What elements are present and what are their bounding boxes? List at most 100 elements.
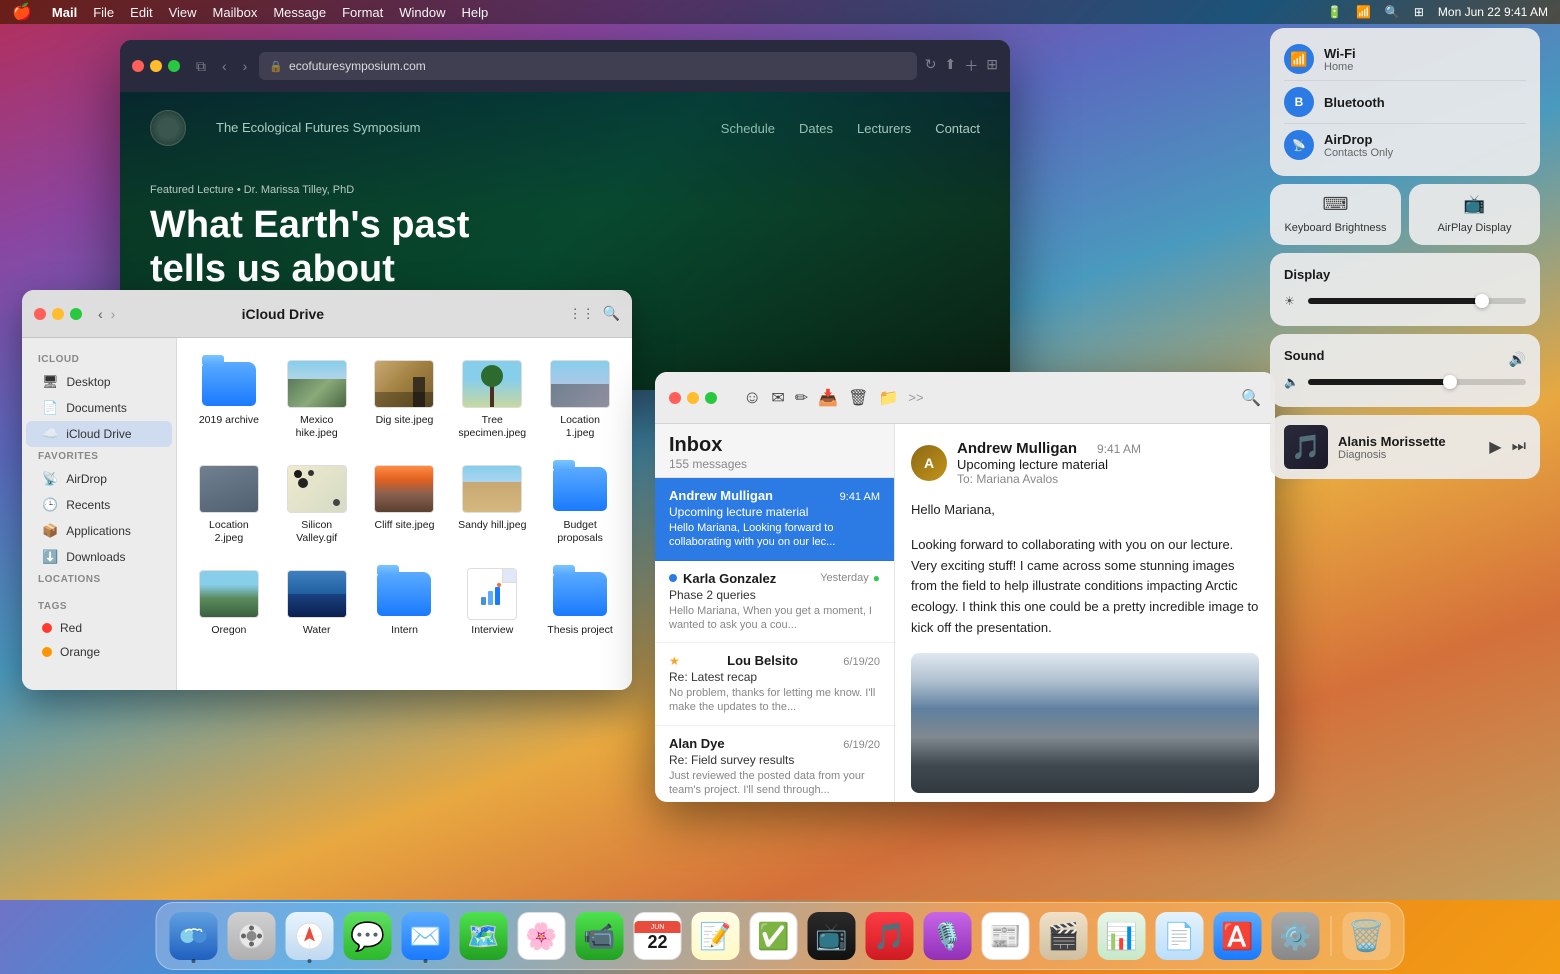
list-item[interactable]: Water (277, 560, 357, 645)
sidebar-item-airdrop[interactable]: 📡 AirDrop (26, 466, 172, 492)
dock-item-keynote[interactable]: 🎬 (1037, 909, 1091, 963)
site-nav-schedule[interactable]: Schedule (721, 121, 775, 136)
list-item[interactable]: Intern (365, 560, 445, 645)
dock-item-safari[interactable] (283, 909, 337, 963)
list-item[interactable]: Location 1.jpeg (540, 350, 620, 447)
cc-wifi-row[interactable]: 📶 Wi-Fi Home (1284, 38, 1526, 81)
sidebar-item-recents[interactable]: 🕒 Recents (26, 492, 172, 518)
list-item[interactable]: Silicon Valley.gif (277, 455, 357, 552)
share-button[interactable]: ⬆ (945, 56, 957, 76)
volume-knob[interactable] (1443, 375, 1457, 389)
mail-message-item[interactable]: Alan Dye 6/19/20 Re: Field survey result… (655, 726, 894, 802)
dock-item-calendar[interactable]: JUN 22 (631, 909, 685, 963)
list-item[interactable]: Thesis project (540, 560, 620, 645)
list-item[interactable]: Dig site.jpeg (365, 350, 445, 447)
nav-forward[interactable]: › (111, 306, 116, 322)
dock-item-system-preferences[interactable]: ⚙️ (1269, 909, 1323, 963)
dock-item-photos[interactable]: 🌸 (515, 909, 569, 963)
skip-button[interactable]: ⏭ (1512, 438, 1526, 456)
dock-item-numbers[interactable]: 📊 (1095, 909, 1149, 963)
cc-airdrop-row[interactable]: 📡 AirDrop Contacts Only (1284, 124, 1526, 166)
finder-search-btn[interactable]: 🔍 (603, 305, 620, 322)
list-item[interactable]: Budget proposals (540, 455, 620, 552)
forward-button[interactable]: › (239, 58, 252, 74)
list-item[interactable]: Location 2.jpeg (189, 455, 269, 552)
battery-icon[interactable]: 🔋 (1327, 5, 1342, 19)
list-item[interactable]: Tree specimen.jpeg (452, 350, 532, 447)
url-bar[interactable]: 🔒 ecofuturesymposium.com (259, 52, 916, 80)
list-item[interactable]: Sandy hill.jpeg (452, 455, 532, 552)
mailbox-menu[interactable]: Mailbox (213, 5, 258, 20)
dock-item-tv[interactable]: 📺 (805, 909, 859, 963)
dock-item-finder[interactable] (167, 909, 221, 963)
finder-close[interactable] (34, 308, 46, 320)
mail-message-item[interactable]: ★ Lou Belsito 6/19/20 Re: Latest recap N… (655, 643, 894, 726)
dock-item-maps[interactable]: 🗺️ (457, 909, 511, 963)
cc-keyboard-brightness[interactable]: ⌨ Keyboard Brightness (1270, 184, 1401, 245)
sidebar-item-documents[interactable]: 📄 Documents (26, 395, 172, 421)
maximize-button[interactable] (168, 60, 180, 72)
dock-item-music[interactable]: 🎵 (863, 909, 917, 963)
wifi-icon[interactable]: 📶 (1356, 5, 1371, 19)
view-options[interactable]: ⋮⋮ (569, 306, 595, 322)
finder-minimize[interactable] (52, 308, 64, 320)
sidebar-tag-red[interactable]: Red (26, 616, 172, 640)
sidebar-item-desktop[interactable]: 🖥 Desktop (26, 369, 172, 395)
message-menu[interactable]: Message (273, 5, 326, 20)
brightness-knob[interactable] (1475, 294, 1489, 308)
list-item[interactable]: 2019 archive (189, 350, 269, 447)
dock-item-news[interactable]: 📰 (979, 909, 1033, 963)
view-menu[interactable]: View (169, 5, 197, 20)
close-button[interactable] (132, 60, 144, 72)
mail-icon[interactable]: ✉ (771, 388, 784, 408)
dock-item-notes[interactable]: 📝 (689, 909, 743, 963)
mail-message-item[interactable]: Karla Gonzalez Yesterday ● Phase 2 queri… (655, 561, 894, 644)
dock-item-mail[interactable]: ✉️ (399, 909, 453, 963)
new-tab-button[interactable]: ＋ (964, 56, 978, 76)
active-app-menu[interactable]: Mail (52, 5, 77, 20)
back-button[interactable]: ‹ (218, 58, 231, 74)
nav-back[interactable]: ‹ (98, 306, 103, 322)
play-button[interactable]: ▶ (1489, 437, 1501, 457)
sidebar-toggle[interactable]: ⧉ (196, 58, 206, 75)
list-item[interactable]: Interview (452, 560, 532, 645)
sidebar-tag-orange[interactable]: Orange (26, 640, 172, 664)
cc-brightness-slider[interactable]: ☀ (1284, 290, 1526, 312)
cc-airplay-display[interactable]: 📺 AirPlay Display (1409, 184, 1540, 245)
dock-item-podcasts[interactable]: 🎙️ (921, 909, 975, 963)
dock-item-appstore[interactable]: 🅰️ (1211, 909, 1265, 963)
sidebar-item-applications[interactable]: 📦 Applications (26, 518, 172, 544)
list-item[interactable]: Cliff site.jpeg (365, 455, 445, 552)
list-item[interactable]: Oregon (189, 560, 269, 645)
dock-item-trash[interactable]: 🗑️ (1340, 909, 1394, 963)
dock-item-messages[interactable]: 💬 (341, 909, 395, 963)
edit-menu[interactable]: Edit (130, 5, 152, 20)
finder-maximize[interactable] (70, 308, 82, 320)
site-nav-dates[interactable]: Dates (799, 121, 833, 136)
dock-item-reminders[interactable]: ✅ (747, 909, 801, 963)
edit-icon[interactable]: ✏ (795, 388, 808, 408)
folder-move-icon[interactable]: 📁 (878, 388, 898, 408)
apple-menu[interactable]: 🍎 (12, 2, 32, 22)
dock-item-facetime[interactable]: 📹 (573, 909, 627, 963)
site-nav-lecturers[interactable]: Lecturers (857, 121, 911, 136)
mail-minimize[interactable] (687, 392, 699, 404)
site-nav-contact[interactable]: Contact (935, 121, 980, 136)
archive-icon[interactable]: 📥 (818, 388, 838, 408)
more-icon[interactable]: >> (908, 390, 923, 405)
mail-message-item[interactable]: Andrew Mulligan 9:41 AM Upcoming lecture… (655, 478, 894, 561)
file-menu[interactable]: File (93, 5, 114, 20)
mail-search-icon[interactable]: 🔍 (1241, 388, 1261, 408)
mail-close[interactable] (669, 392, 681, 404)
control-center-icon[interactable]: ⊞ (1414, 5, 1424, 19)
compose-icon[interactable]: ☺ (743, 387, 761, 408)
sidebar-item-downloads[interactable]: ⬇️ Downloads (26, 544, 172, 570)
sound-output-icon[interactable]: 🔊 (1509, 351, 1526, 368)
mail-maximize[interactable] (705, 392, 717, 404)
help-menu[interactable]: Help (462, 5, 489, 20)
sidebar-item-icloud-drive[interactable]: ☁️ iCloud Drive (26, 421, 172, 447)
cc-bluetooth-row[interactable]: B Bluetooth (1284, 81, 1526, 124)
search-icon[interactable]: 🔍 (1385, 5, 1400, 19)
list-item[interactable]: Mexico hike.jpeg (277, 350, 357, 447)
window-menu[interactable]: Window (399, 5, 445, 20)
